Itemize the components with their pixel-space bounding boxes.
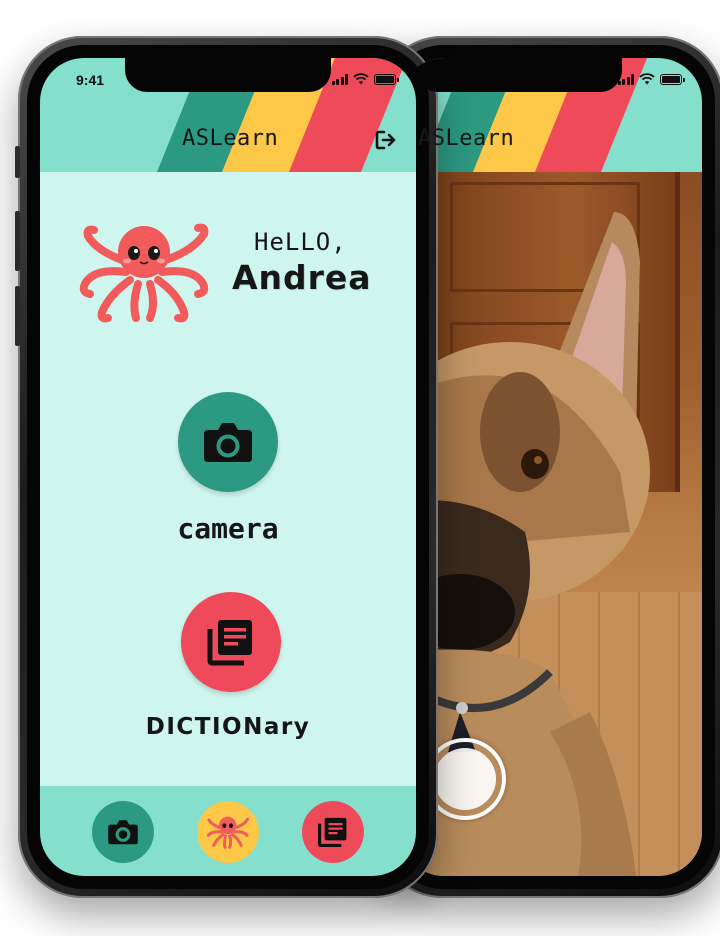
volume-up-button [15,211,20,271]
logout-icon[interactable] [374,128,398,152]
dictionary-label[interactable]: DICTIONary [40,714,416,740]
dictionary-icon [207,620,252,666]
home-screen: ASLearn 9:41 HeLLO, Andrea camera DICTIO… [40,58,416,876]
nav-camera-button[interactable] [92,801,154,863]
nav-home-button[interactable] [197,801,259,863]
signal-icon [331,73,348,85]
greeting-hello: HeLLO, [254,228,347,256]
bottom-nav [40,786,416,876]
camera-screen: ASLearn [400,58,702,876]
notch [416,58,622,92]
camera-label[interactable]: camera [40,512,416,545]
status-icons [331,73,399,85]
battery-icon [660,73,685,85]
shutter-button-icon [434,748,496,810]
mute-switch [15,146,20,178]
notch [125,58,331,92]
status-icons [617,73,685,85]
app-title: ASLearn [418,126,515,151]
camera-icon [108,820,138,845]
octopus-icon [206,816,250,849]
dictionary-icon [317,817,347,848]
volume-down-button [15,286,20,346]
phone-home-screen: ASLearn 9:41 HeLLO, Andrea camera DICTIO… [15,36,438,898]
home-content: HeLLO, Andrea camera DICTIONary [40,172,416,786]
app-title: ASLearn [182,126,279,151]
octopus-icon [79,223,209,323]
greeting-name: Andrea [232,258,372,297]
dictionary-button[interactable] [181,592,281,692]
camera-icon [204,423,252,462]
wifi-icon [353,73,369,85]
battery-icon [374,73,399,85]
camera-button[interactable] [178,392,278,492]
wifi-icon [639,73,655,85]
camera-viewfinder[interactable] [400,172,702,876]
status-time: 9:41 [76,72,105,88]
nav-dictionary-button[interactable] [302,801,364,863]
